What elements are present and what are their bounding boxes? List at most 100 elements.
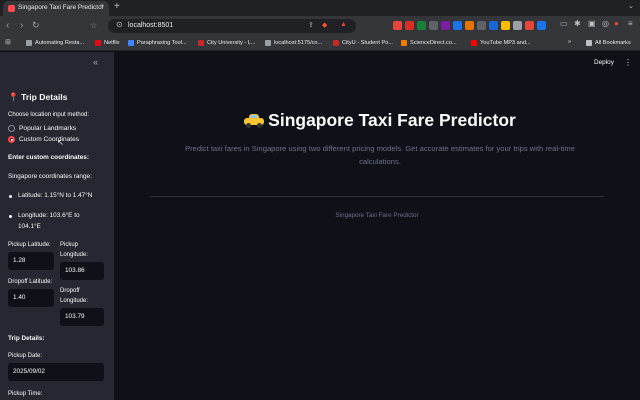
extension-icon[interactable] (501, 21, 510, 30)
pickup-longitude-value[interactable]: 103.86 (65, 267, 85, 274)
page-subtitle: Predict taxi fares in Singapore using tw… (160, 142, 600, 168)
tab-search-icon[interactable]: ⌄ (628, 2, 634, 10)
browser-menu-icon[interactable]: ≡ (628, 19, 633, 28)
pickup-date-value[interactable]: 2025/09/02 (13, 368, 45, 375)
bookmark-item[interactable]: Paraphrasing Tool... (128, 38, 187, 48)
browser-toolbar: ‹ › ↻ ☆ ⊙ localhost:8501 ⇪ ◆ ▲ ▭ ✱ ▣ ◎ ●… (0, 16, 640, 36)
bookmark-item[interactable]: Automating Resta... (26, 38, 84, 48)
subtitle-line2: calculations. (359, 157, 401, 166)
address-bar[interactable]: ⊙ localhost:8501 ⇪ ◆ ▲ (108, 19, 356, 33)
bookmark-label: ScienceDirect.co... (410, 40, 457, 46)
all-bookmarks-label: All Bookmarks (595, 40, 631, 46)
tab-title: Singapore Taxi Fare Predictor (18, 4, 104, 11)
pickup-longitude-input[interactable]: 103.86 (60, 262, 104, 280)
bookmark-item[interactable]: CityU - Student Po... (333, 38, 393, 48)
address-url[interactable]: localhost:8501 (128, 22, 173, 29)
forward-icon[interactable]: › (20, 19, 23, 32)
bookmark-item[interactable]: City University - L... (198, 38, 256, 48)
apps-icon[interactable]: ⊞ (5, 38, 11, 46)
bookmark-favicon-icon (265, 40, 271, 46)
footer-text: Singapore Taxi Fare Predictor (335, 212, 419, 219)
dropoff-longitude-label-line1: Dropoff (60, 288, 80, 294)
browser-tab[interactable]: Singapore Taxi Fare Predictor × (3, 1, 109, 16)
pickup-longitude-label-line2: Longitude: (60, 252, 89, 258)
pickup-longitude-label-line1: Pickup (60, 242, 79, 248)
bookmark-star-icon[interactable]: ☆ (90, 19, 97, 32)
bookmark-favicon-icon (471, 40, 477, 46)
extension-icon[interactable] (477, 21, 486, 30)
bookmark-label: Automating Resta... (35, 40, 85, 46)
pickup-time-label: Pickup Time: (8, 391, 43, 397)
pickup-latitude-label: Pickup Latitude: (8, 242, 51, 248)
brave-rewards-icon[interactable]: ▲ (340, 21, 347, 28)
sidebar-heading: 📍 Trip Details (8, 92, 68, 102)
pickup-latitude-value[interactable]: 1.28 (13, 257, 25, 264)
collapse-sidebar-icon[interactable]: « (93, 57, 98, 67)
share-icon[interactable]: ⇪ (308, 21, 314, 29)
bookmark-label: Paraphrasing Tool... (137, 40, 187, 46)
pickup-date-input[interactable]: 2025/09/02 (8, 363, 104, 381)
bookmark-favicon-icon (401, 40, 407, 46)
extension-icon[interactable] (393, 21, 402, 30)
extension-icon[interactable] (537, 21, 546, 30)
trip-details-heading: Trip Details: (8, 335, 45, 342)
bookmarks-bar: ⊞ Automating Resta... Netflix Paraphrasi… (0, 36, 640, 51)
subtitle-line1: Predict taxi fares in Singapore using tw… (185, 144, 575, 153)
more-bookmarks-icon[interactable]: » (568, 39, 571, 45)
tab-strip: Singapore Taxi Fare Predictor × + ⌄ (0, 0, 640, 16)
extension-icon[interactable] (405, 21, 414, 30)
bookmark-item[interactable]: Netflix (95, 38, 120, 48)
extension-icon[interactable] (465, 21, 474, 30)
mouse-cursor-icon: ↖ (57, 138, 64, 147)
longitude-range-line2: 104.1°E (18, 223, 41, 230)
latitude-range: Latitude: 1.15°N to 1.47°N (18, 192, 93, 199)
extension-icon[interactable] (441, 21, 450, 30)
dropoff-longitude-label-line2: Longitude: (60, 298, 89, 304)
dropoff-longitude-input[interactable]: 103.79 (60, 308, 104, 326)
extension-icon[interactable] (489, 21, 498, 30)
bookmark-item[interactable]: YouTube MP3 and... (471, 38, 531, 48)
radio-popular-landmarks[interactable] (8, 125, 15, 132)
reload-icon[interactable]: ↻ (32, 19, 40, 32)
browser-window: Singapore Taxi Fare Predictor × + ⌄ ‹ › … (0, 0, 640, 400)
pickup-latitude-input[interactable]: 1.28 (8, 252, 54, 270)
brave-shield-icon[interactable]: ◆ (322, 21, 327, 29)
bookmark-favicon-icon (95, 40, 101, 46)
radio-label-custom-coordinates[interactable]: Custom Coordinates (19, 136, 79, 143)
bullet-icon (9, 215, 12, 218)
profile-icon[interactable]: ● (614, 19, 619, 28)
extension-icon[interactable] (513, 21, 522, 30)
new-tab-button[interactable]: + (114, 1, 120, 12)
bullet-icon (9, 195, 12, 198)
vpn-icon[interactable]: ◎ (602, 19, 609, 28)
sidebar-panel-icon[interactable]: ▭ (560, 19, 568, 28)
tab-close-icon[interactable]: × (100, 3, 104, 10)
streamlit-favicon-icon (8, 5, 15, 12)
extension-icon[interactable] (453, 21, 462, 30)
pickup-date-label: Pickup Date: (8, 353, 43, 359)
all-bookmarks-button[interactable]: All Bookmarks (586, 38, 631, 48)
taxi-icon (244, 113, 265, 128)
bookmark-item[interactable]: ScienceDirect.co... (401, 38, 457, 48)
wallet-icon[interactable]: ▣ (588, 19, 596, 28)
bookmark-item[interactable]: localhost:5175/co... (265, 38, 322, 48)
bookmark-label: City University - L... (207, 40, 256, 46)
dropoff-latitude-input[interactable]: 1.40 (8, 289, 54, 307)
radio-label-popular-landmarks[interactable]: Popular Landmarks (19, 125, 76, 132)
dropoff-latitude-value[interactable]: 1.40 (13, 294, 25, 301)
main-menu-icon[interactable]: ⋮ (624, 58, 632, 67)
extension-icon[interactable] (429, 21, 438, 30)
extension-icon[interactable] (525, 21, 534, 30)
site-info-icon[interactable]: ⊙ (116, 20, 123, 29)
longitude-range-line1: Longitude: 103.6°E to (18, 212, 80, 219)
extension-icon[interactable] (417, 21, 426, 30)
bookmark-label: Netflix (104, 40, 120, 46)
input-method-label: Choose location input method: (8, 112, 90, 118)
deploy-button[interactable]: Deploy (594, 59, 614, 66)
streamlit-sidebar: « 📍 Trip Details Choose location input m… (0, 52, 114, 400)
page-title: Singapore Taxi Fare Predictor (160, 110, 600, 131)
radio-custom-coordinates[interactable] (8, 136, 15, 143)
extensions-icon[interactable]: ✱ (574, 19, 581, 28)
back-icon[interactable]: ‹ (6, 19, 9, 32)
dropoff-longitude-value[interactable]: 103.79 (65, 313, 85, 320)
